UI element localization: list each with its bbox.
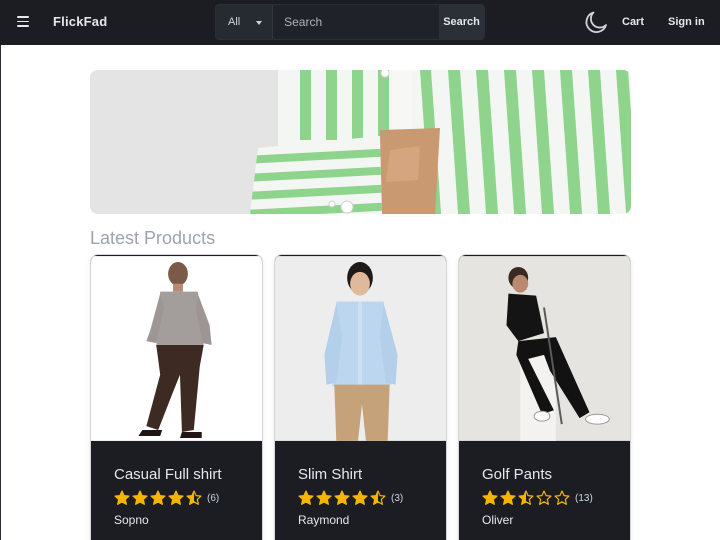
moon-icon[interactable] — [582, 8, 610, 36]
hero-shirt-image — [90, 70, 631, 214]
product-image — [275, 256, 446, 441]
cart-link[interactable]: Cart — [622, 16, 644, 28]
card-body: Slim Shirt (3) Raymond — [275, 442, 446, 527]
category-select-value: All — [228, 16, 241, 28]
star-icon — [500, 490, 516, 505]
star-icon — [150, 490, 166, 505]
review-count: (3) — [391, 492, 404, 504]
product-card[interactable]: Slim Shirt (3) Raymond — [274, 254, 447, 540]
card-body: Golf Pants (13) Oliver — [459, 442, 630, 527]
card-body: Casual Full shirt (6) Sopno — [91, 442, 262, 527]
chevron-down-icon — [256, 21, 263, 25]
star-icon — [334, 490, 350, 505]
top-navbar: FlickFad All Search Cart Sign in — [0, 0, 720, 45]
hero-banner[interactable] — [90, 70, 631, 214]
category-select[interactable]: All — [216, 5, 274, 39]
rating: (13) — [482, 490, 630, 506]
star-icon — [168, 490, 184, 505]
page-border — [0, 45, 1, 540]
seller-name: Raymond — [298, 513, 350, 527]
search-bar: All Search — [215, 4, 485, 40]
review-count: (6) — [207, 492, 220, 504]
product-card[interactable]: Golf Pants (13) Oliver — [458, 254, 631, 540]
brand-logo[interactable]: FlickFad — [53, 14, 107, 29]
review-count: (13) — [575, 492, 593, 504]
menu-icon[interactable] — [17, 16, 29, 28]
star-icon — [554, 490, 570, 505]
section-title: Latest Products — [90, 228, 216, 248]
star-icon — [352, 490, 368, 505]
star-icon — [482, 490, 498, 505]
seller-name: Oliver — [482, 513, 514, 527]
star-icon — [132, 490, 148, 505]
star-icon — [298, 490, 314, 505]
star-icon — [186, 490, 202, 505]
product-title[interactable]: Slim Shirt — [298, 466, 446, 483]
product-title[interactable]: Casual Full shirt — [114, 466, 262, 483]
seller-name: Sopno — [114, 513, 149, 527]
star-icon — [518, 490, 534, 505]
star-icon — [536, 490, 552, 505]
signin-link[interactable]: Sign in — [668, 16, 705, 28]
star-icon — [370, 490, 386, 505]
star-icon — [114, 490, 130, 505]
product-image — [91, 256, 262, 441]
product-title[interactable]: Golf Pants — [482, 466, 630, 483]
search-input[interactable] — [273, 5, 440, 39]
rating: (3) — [298, 490, 446, 506]
product-card[interactable]: Casual Full shirt (6) Sopno — [90, 254, 263, 540]
star-icon — [316, 490, 332, 505]
product-image — [459, 256, 630, 441]
search-button[interactable]: Search — [439, 5, 484, 39]
rating: (6) — [114, 490, 262, 506]
